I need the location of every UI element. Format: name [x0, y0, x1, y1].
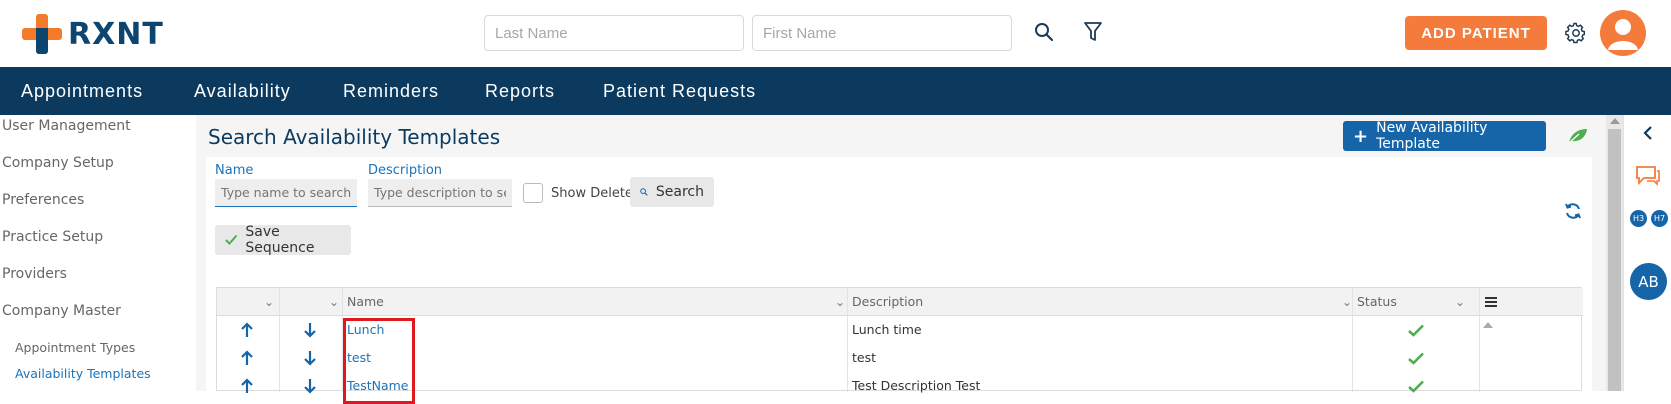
search-icon[interactable]	[1032, 20, 1056, 44]
sidebar-subitem-appointment-types[interactable]: Appointment Types	[15, 340, 135, 355]
sidebar-item-preferences[interactable]: Preferences	[2, 192, 84, 208]
gear-icon[interactable]	[1564, 21, 1588, 45]
template-description: test	[852, 350, 877, 365]
move-down-icon[interactable]	[300, 316, 320, 344]
search-panel: Name Description Show Deleted Search Sav…	[206, 157, 1592, 404]
status-check-icon	[1406, 344, 1426, 372]
description-search-input[interactable]	[368, 179, 512, 207]
sidebar-item-company-master[interactable]: Company Master	[2, 303, 121, 319]
column-header-name[interactable]: Name	[347, 288, 384, 316]
menu-icon[interactable]	[1481, 292, 1501, 312]
move-up-icon[interactable]	[237, 316, 257, 344]
scroll-up-icon[interactable]	[1610, 118, 1620, 124]
template-description: Test Description Test	[852, 378, 981, 393]
scroll-up-icon[interactable]	[1483, 322, 1493, 328]
chevron-down-icon[interactable]: ⌄	[1455, 288, 1465, 316]
chevron-down-icon[interactable]: ⌄	[329, 288, 339, 316]
add-patient-button[interactable]: ADD PATIENT	[1405, 16, 1547, 50]
main-nav: Appointments Availability Reminders Repo…	[0, 67, 1671, 115]
highlight-annotation	[343, 318, 415, 404]
show-deleted-checkbox[interactable]	[523, 183, 543, 203]
column-header-description[interactable]: Description	[852, 288, 923, 316]
move-up-icon[interactable]	[237, 372, 257, 400]
chevron-left-icon[interactable]	[1638, 123, 1658, 143]
column-header-status[interactable]: Status	[1357, 288, 1397, 316]
table-header: ⌄ ⌄ Name ⌄ Description ⌄ Status ⌄	[217, 288, 1583, 316]
top-header: RXNT ADD PATIENT	[0, 0, 1671, 67]
page-scrollbar[interactable]	[1606, 115, 1623, 391]
table-row: TestName Test Description Test	[217, 372, 1583, 400]
h7-badge[interactable]: H7	[1651, 210, 1668, 227]
search-button[interactable]: Search	[630, 177, 714, 207]
filter-icon[interactable]	[1081, 20, 1105, 44]
rxnt-logo[interactable]: RXNT	[22, 14, 164, 54]
logo-cross-icon	[22, 14, 62, 54]
main-content: Search Availability Templates + New Avai…	[196, 115, 1606, 404]
nav-patient-requests[interactable]: Patient Requests	[603, 67, 756, 115]
page-title: Search Availability Templates	[208, 125, 501, 149]
name-label: Name	[215, 163, 254, 178]
save-sequence-button[interactable]: Save Sequence	[215, 224, 351, 256]
logo-text: RXNT	[68, 16, 164, 52]
sidebar-item-company-setup[interactable]: Company Setup	[2, 155, 114, 171]
new-template-label: New Availability Template	[1376, 120, 1488, 152]
show-deleted-label: Show Deleted	[551, 186, 642, 201]
move-down-icon[interactable]	[300, 344, 320, 372]
table-row: test test	[217, 344, 1583, 372]
check-icon	[225, 234, 238, 245]
sidebar-item-user-management[interactable]: User Management	[2, 118, 131, 134]
chat-icon[interactable]	[1634, 163, 1662, 187]
nav-availability[interactable]: Availability	[194, 67, 291, 115]
user-initials-avatar[interactable]: AB	[1630, 263, 1667, 300]
plus-icon: +	[1353, 125, 1369, 147]
save-sequence-label: Save Sequence	[245, 224, 315, 256]
template-description: Lunch time	[852, 322, 922, 337]
user-avatar-icon[interactable]	[1600, 10, 1646, 56]
first-name-input[interactable]	[752, 15, 1012, 51]
templates-table: ⌄ ⌄ Name ⌄ Description ⌄ Status ⌄ Lunch …	[216, 287, 1583, 404]
nav-appointments[interactable]: Appointments	[21, 67, 143, 115]
search-icon	[640, 188, 648, 196]
search-button-label: Search	[655, 184, 704, 200]
table-row: Lunch Lunch time	[217, 316, 1583, 344]
chevron-down-icon[interactable]: ⌄	[1342, 288, 1352, 316]
last-name-input[interactable]	[484, 15, 744, 51]
chevron-down-icon[interactable]: ⌄	[835, 288, 845, 316]
sidebar-item-providers[interactable]: Providers	[2, 266, 67, 282]
settings-sidebar: User Management Company Setup Preference…	[0, 115, 196, 391]
description-label: Description	[368, 163, 443, 178]
leaf-icon[interactable]	[1566, 124, 1590, 148]
sidebar-item-practice-setup[interactable]: Practice Setup	[2, 229, 103, 245]
scrollbar-thumb[interactable]	[1608, 129, 1621, 391]
refresh-icon[interactable]	[1563, 201, 1583, 221]
status-check-icon	[1406, 316, 1426, 344]
sidebar-subitem-availability-templates[interactable]: Availability Templates	[15, 366, 151, 381]
chevron-down-icon[interactable]: ⌄	[264, 288, 274, 316]
name-search-input[interactable]	[215, 179, 357, 207]
move-up-icon[interactable]	[237, 344, 257, 372]
h3-badge[interactable]: H3	[1630, 210, 1647, 227]
nav-reminders[interactable]: Reminders	[343, 67, 439, 115]
new-availability-template-button[interactable]: + New Availability Template	[1343, 120, 1546, 152]
nav-reports[interactable]: Reports	[485, 67, 555, 115]
move-down-icon[interactable]	[300, 372, 320, 400]
right-rail: H3 H7 AB	[1623, 115, 1671, 391]
status-check-icon	[1406, 372, 1426, 400]
